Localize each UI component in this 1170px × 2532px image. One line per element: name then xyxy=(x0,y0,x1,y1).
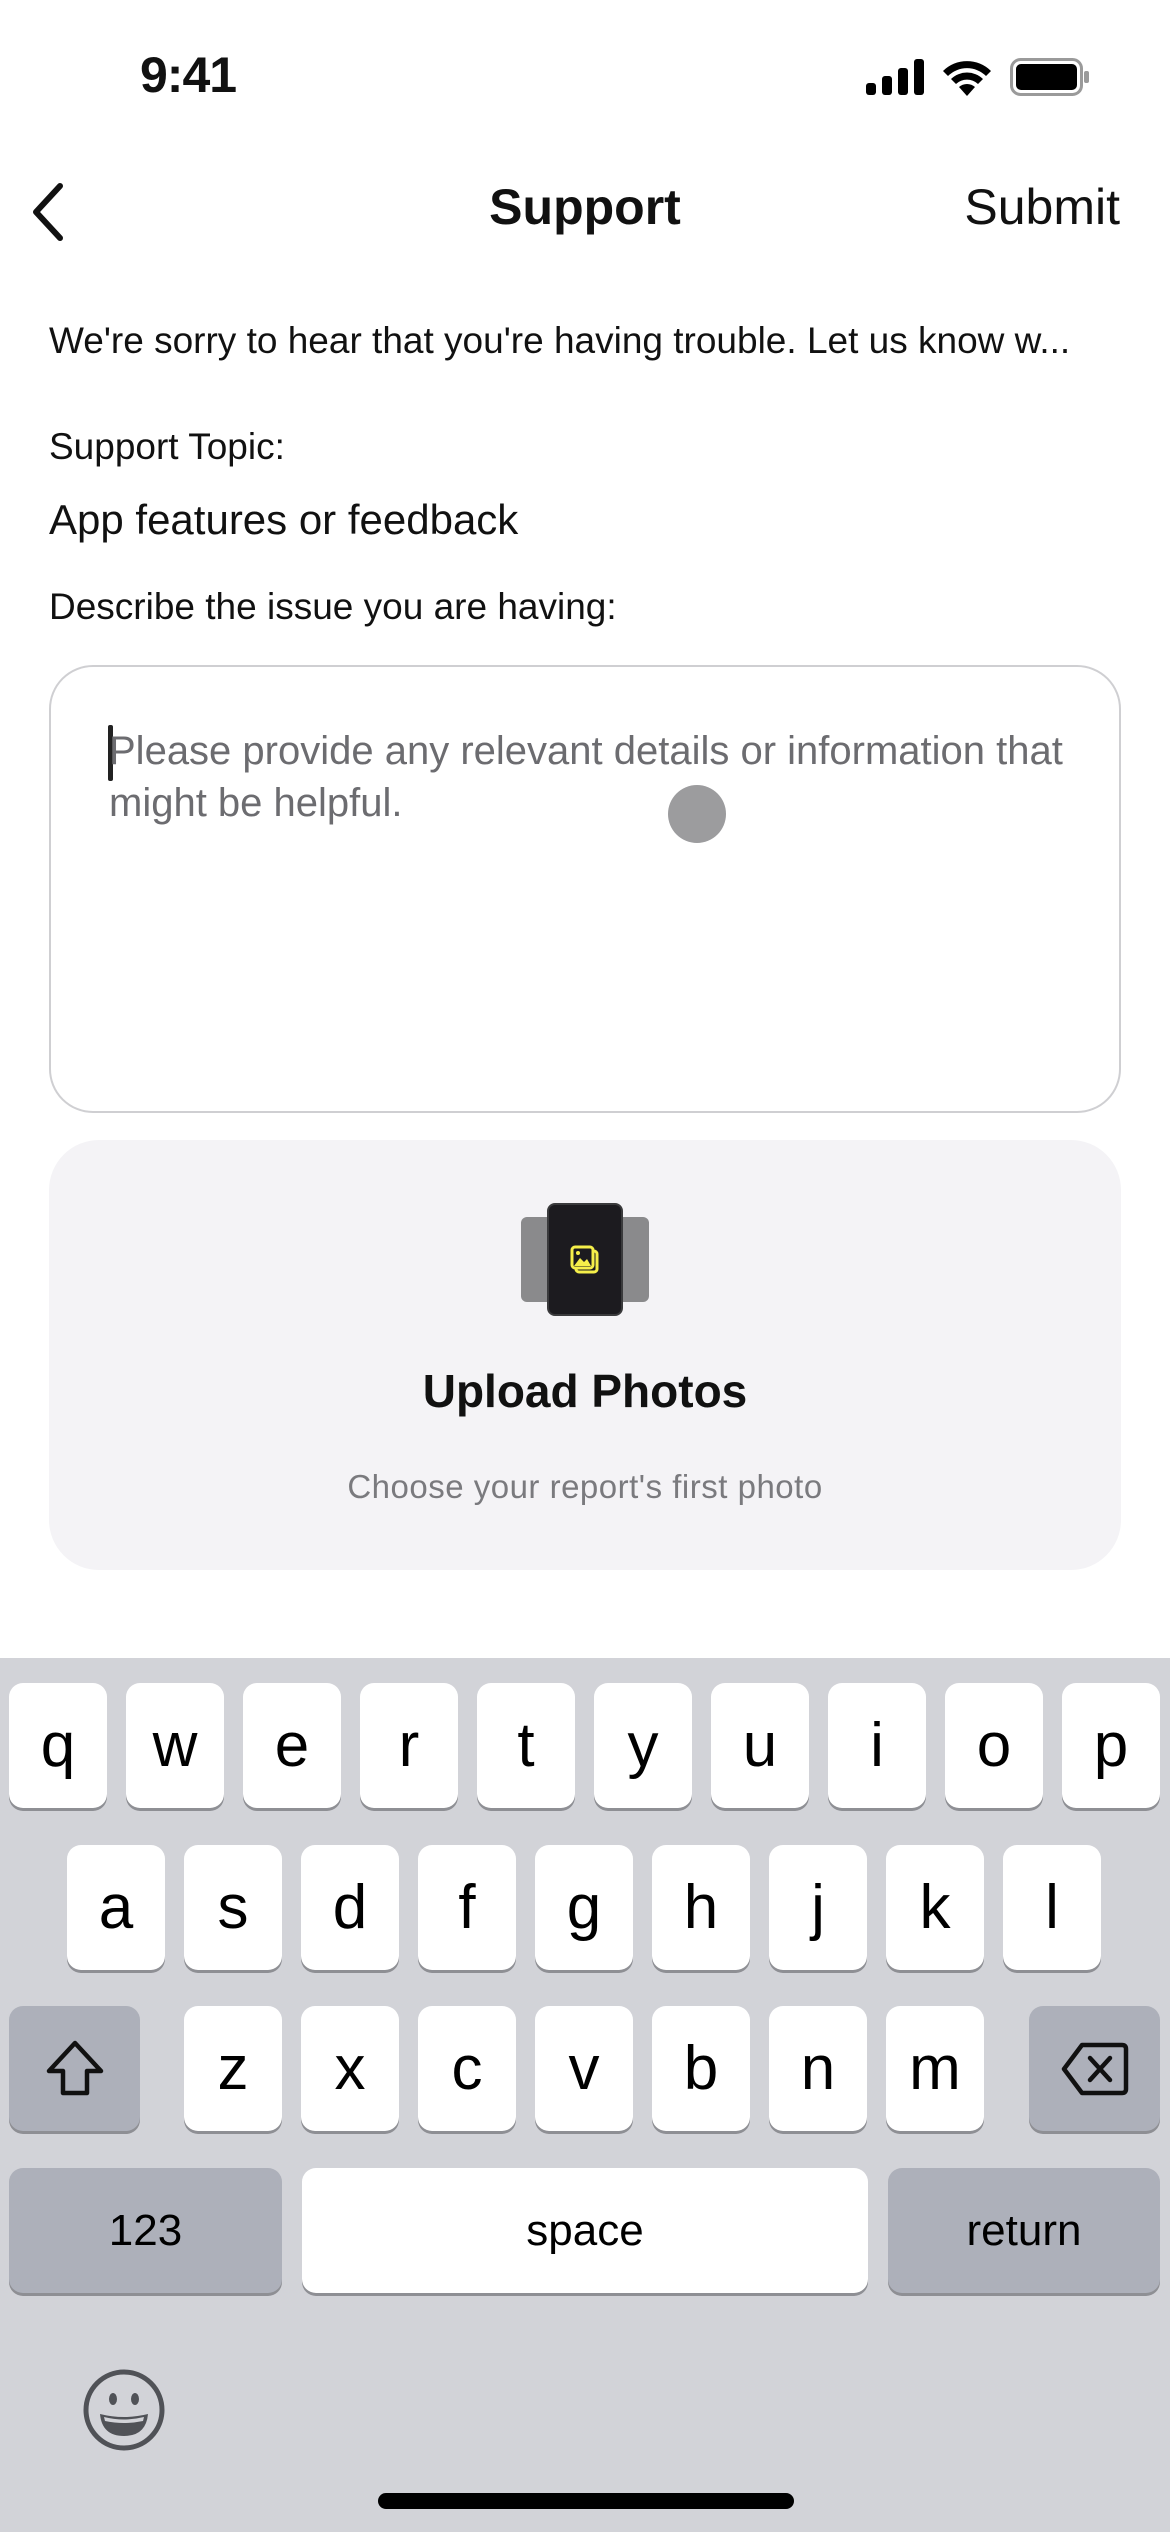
key-d[interactable]: d xyxy=(301,1845,399,1970)
touch-indicator xyxy=(668,785,726,843)
issue-description-placeholder: Please provide any relevant details or i… xyxy=(109,729,1063,825)
backspace-icon xyxy=(1061,2042,1128,2095)
key-w[interactable]: w xyxy=(126,1683,224,1808)
return-key[interactable]: return xyxy=(888,2168,1160,2293)
keyboard: qwertyuiop asdfghjkl zxcvbnm 123 space r… xyxy=(0,1658,1170,2532)
emoji-button[interactable] xyxy=(82,2368,166,2452)
key-l[interactable]: l xyxy=(1003,1845,1101,1970)
key-x[interactable]: x xyxy=(301,2006,399,2131)
key-n[interactable]: n xyxy=(769,2006,867,2131)
back-button[interactable] xyxy=(18,174,78,250)
key-z[interactable]: z xyxy=(184,2006,282,2131)
cellular-signal-icon xyxy=(866,59,924,95)
key-f[interactable]: f xyxy=(418,1845,516,1970)
image-icon xyxy=(570,1245,599,1273)
key-g[interactable]: g xyxy=(535,1845,633,1970)
key-o[interactable]: o xyxy=(945,1683,1043,1808)
key-k[interactable]: k xyxy=(886,1845,984,1970)
submit-button[interactable]: Submit xyxy=(964,178,1120,236)
numbers-key[interactable]: 123 xyxy=(9,2168,282,2293)
status-bar: 9:41 xyxy=(0,0,1170,150)
upload-photos-title: Upload Photos xyxy=(422,1365,748,1417)
chevron-left-icon xyxy=(33,183,63,241)
home-indicator xyxy=(378,2493,794,2509)
intro-text: We're sorry to hear that you're having t… xyxy=(49,320,1071,361)
upload-photos-button[interactable]: Upload Photos Choose your report's first… xyxy=(49,1140,1121,1570)
shift-icon xyxy=(46,2040,103,2095)
key-v[interactable]: v xyxy=(535,2006,633,2131)
key-q[interactable]: q xyxy=(9,1683,107,1808)
key-h[interactable]: h xyxy=(652,1845,750,1970)
key-i[interactable]: i xyxy=(828,1683,926,1808)
shift-key[interactable] xyxy=(9,2006,140,2131)
key-p[interactable]: p xyxy=(1062,1683,1160,1808)
key-a[interactable]: a xyxy=(67,1845,165,1970)
status-icons xyxy=(866,58,1090,96)
wifi-icon xyxy=(943,61,991,96)
key-u[interactable]: u xyxy=(711,1683,809,1808)
battery-icon xyxy=(1010,58,1089,96)
key-c[interactable]: c xyxy=(418,2006,516,2131)
status-time: 9:41 xyxy=(140,47,237,103)
key-m[interactable]: m xyxy=(886,2006,984,2131)
page-title: Support xyxy=(489,179,681,235)
key-s[interactable]: s xyxy=(184,1845,282,1970)
support-topic-value[interactable]: App features or feedback xyxy=(49,496,518,544)
key-r[interactable]: r xyxy=(360,1683,458,1808)
key-b[interactable]: b xyxy=(652,2006,750,2131)
delete-key[interactable] xyxy=(1029,2006,1160,2131)
upload-photos-subtitle: Choose your report's first photo xyxy=(347,1468,823,1505)
issue-description-input[interactable]: Please provide any relevant details or i… xyxy=(49,665,1121,1113)
key-e[interactable]: e xyxy=(243,1683,341,1808)
photo-stack-icon xyxy=(521,1203,649,1316)
emoji-icon xyxy=(83,2369,165,2451)
key-j[interactable]: j xyxy=(769,1845,867,1970)
space-key[interactable]: space xyxy=(302,2168,868,2293)
key-y[interactable]: y xyxy=(594,1683,692,1808)
key-t[interactable]: t xyxy=(477,1683,575,1808)
describe-issue-label: Describe the issue you are having: xyxy=(49,586,617,627)
support-topic-label: Support Topic: xyxy=(49,426,285,467)
nav-bar: Support Submit xyxy=(0,160,1170,260)
